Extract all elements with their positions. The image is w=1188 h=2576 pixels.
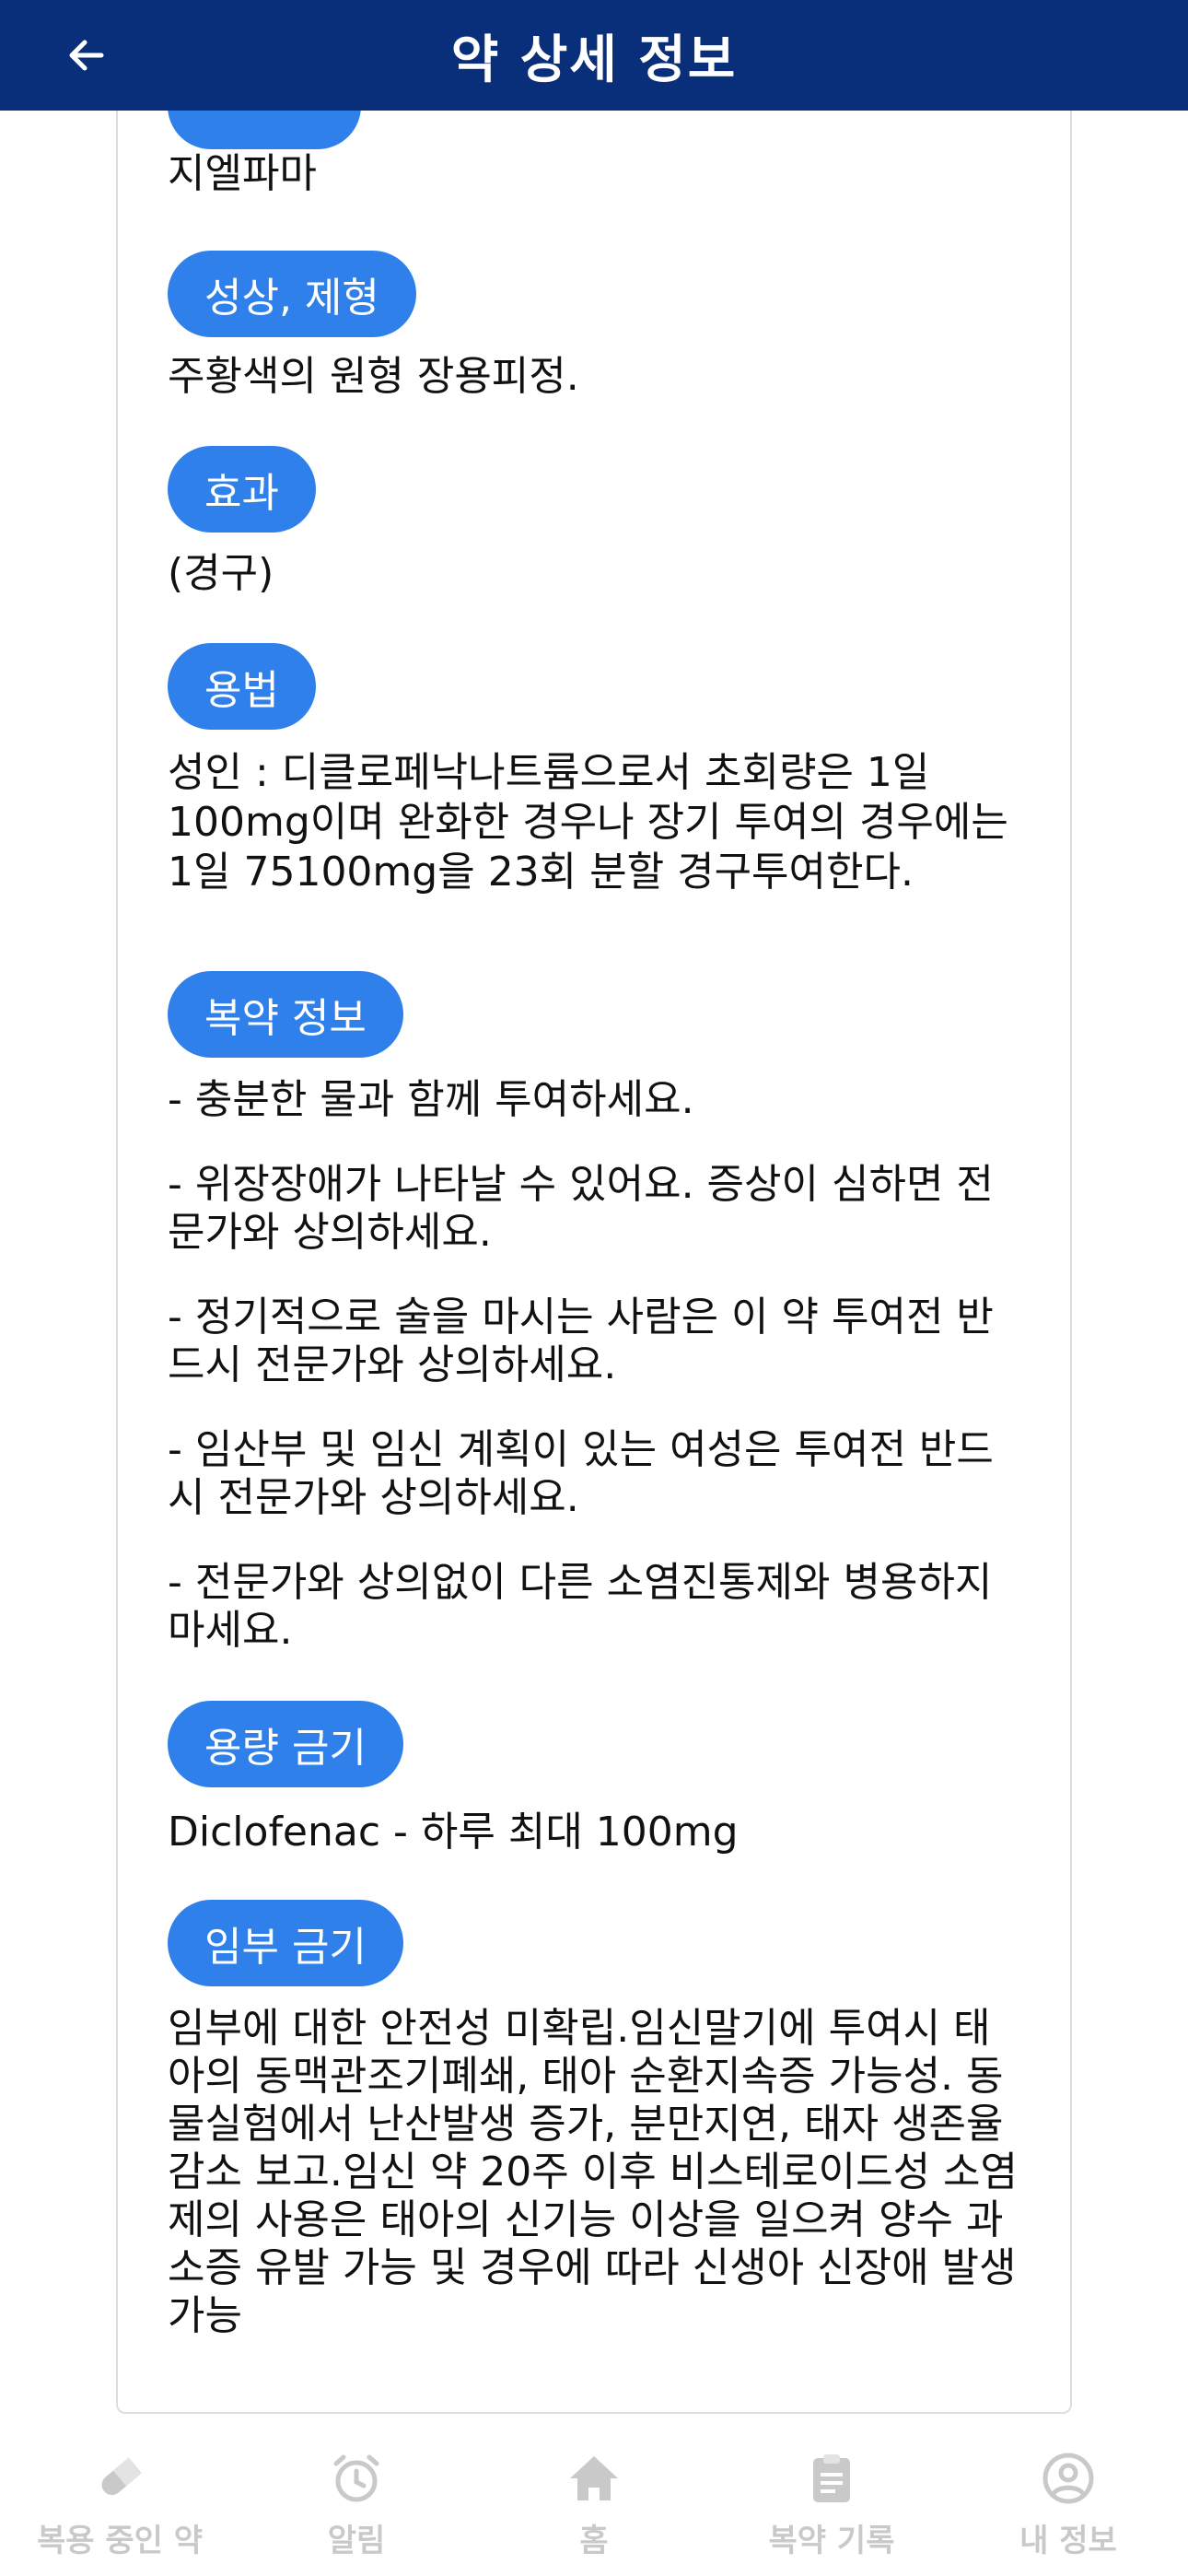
section-pill-dosage: 용법 <box>168 643 316 730</box>
page-title: 약 상세 정보 <box>450 29 738 90</box>
tab-current-medications[interactable]: 복용 중인 약 <box>9 2451 230 2561</box>
appearance-text: 주황색의 원형 장용피정. <box>168 353 579 400</box>
dosage-text: 성인 : 디클로페낙나트륨으로서 초회량은 1일 100mg이며 완화한 경우나… <box>168 749 1008 896</box>
medication-info-list: - 충분한 물과 함께 투여하세요. - 위장장애가 나타날 수 있어요. 증상… <box>168 1076 1024 1692</box>
pill-icon <box>101 2457 142 2496</box>
dose-limit-text: Diclofenac - 하루 최대 100mg <box>168 1809 739 1856</box>
tab-label: 내 정보 <box>1019 2523 1117 2559</box>
tab-home[interactable]: 홈 <box>483 2451 705 2561</box>
alarm-clock-icon <box>333 2454 379 2502</box>
back-button[interactable] <box>55 24 118 87</box>
medication-info-item: - 임산부 및 임신 계획이 있는 여성은 투여전 반드시 전문가와 상의하세요… <box>168 1426 994 1521</box>
tab-label: 복용 중인 약 <box>36 2523 204 2559</box>
bottom-tab-bar: 복용 중인 약 알림 홈 복약 기록 내 정보 <box>0 2414 1188 2576</box>
medication-info-item: - 전문가와 상의없이 다른 소염진통제와 병용하지 마세요. <box>168 1559 993 1654</box>
clipboard-icon <box>813 2454 850 2502</box>
section-pill-effect: 효과 <box>168 446 316 533</box>
section-pill-pregnancy: 임부 금기 <box>168 1900 403 1986</box>
tab-alarm[interactable]: 알림 <box>246 2451 467 2561</box>
medication-info-item: - 충분한 물과 함께 투여하세요. <box>168 1076 694 1123</box>
home-icon <box>570 2456 618 2500</box>
section-pill-appearance: 성상, 제형 <box>168 251 416 337</box>
pregnancy-text: 임부에 대한 안전성 미확립.임신말기에 투여시 태아의 동맥관조기폐쇄, 태아… <box>168 2005 1019 2339</box>
effect-text: (경구) <box>168 550 274 597</box>
drug-detail-card: 지엘파마 성상, 제형 주황색의 원형 장용피정. 효과 (경구) 용법 성인 … <box>116 111 1072 2414</box>
section-pill-manufacturer <box>168 111 361 149</box>
medication-info-item: - 정기적으로 술을 마시는 사람은 이 약 투여전 반드시 전문가와 상의하세… <box>168 1294 994 1388</box>
tab-label: 알림 <box>327 2523 386 2559</box>
tab-label: 홈 <box>579 2523 609 2559</box>
app-header: 약 상세 정보 <box>0 0 1188 111</box>
section-pill-dose-limit: 용량 금기 <box>168 1701 403 1787</box>
tab-my-info[interactable]: 내 정보 <box>958 2451 1179 2561</box>
user-circle-icon <box>1042 2453 1094 2504</box>
tab-label: 복약 기록 <box>768 2523 895 2559</box>
manufacturer-text: 지엘파마 <box>168 150 317 197</box>
medication-info-item: - 위장장애가 나타날 수 있어요. 증상이 심하면 전문가와 상의하세요. <box>168 1161 994 1256</box>
section-pill-medication-info: 복약 정보 <box>168 971 403 1058</box>
tab-medication-record[interactable]: 복약 기록 <box>721 2451 942 2561</box>
arrow-left-icon <box>69 40 104 71</box>
